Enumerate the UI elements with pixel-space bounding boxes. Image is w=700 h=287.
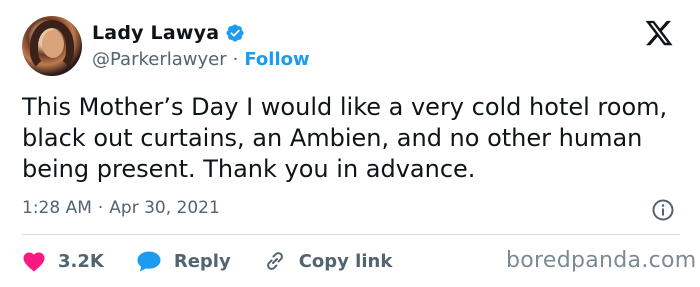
tweet-actions: 3.2K Reply Copy link — [22, 248, 424, 274]
heart-icon — [23, 252, 45, 272]
author-name-row: Lady Lawya — [92, 20, 245, 46]
x-logo-icon[interactable] — [644, 18, 674, 48]
follow-button[interactable]: Follow — [244, 49, 309, 70]
link-icon — [266, 252, 283, 270]
verified-badge-icon — [226, 24, 244, 42]
timestamp-separator: · — [97, 198, 104, 218]
tweet-date: Apr 30, 2021 — [109, 198, 220, 218]
handle-row: @Parkerlawyer · Follow — [92, 49, 310, 70]
tweet-text: This Mother’s Day I would like a very co… — [22, 93, 668, 183]
handle-separator: · — [232, 49, 239, 70]
author-handle[interactable]: @Parkerlawyer — [92, 49, 227, 70]
reply-bubble-icon — [137, 251, 161, 272]
tweet-timestamp[interactable]: 1:28 AM · Apr 30, 2021 — [22, 198, 220, 218]
like-button[interactable]: 3.2K — [22, 250, 104, 272]
watermark-text: boredpanda.com — [506, 248, 697, 273]
reply-label: Reply — [173, 250, 231, 272]
divider — [22, 234, 680, 235]
avatar[interactable] — [22, 16, 82, 76]
reply-button[interactable]: Reply — [136, 250, 231, 272]
info-icon[interactable] — [651, 198, 675, 222]
copy-link-label: Copy link — [298, 250, 393, 272]
like-count: 3.2K — [58, 250, 104, 272]
display-name[interactable]: Lady Lawya — [92, 22, 219, 44]
copy-link-button[interactable]: Copy link — [263, 249, 393, 273]
tweet-time: 1:28 AM — [22, 198, 92, 218]
avatar-face — [42, 30, 64, 58]
